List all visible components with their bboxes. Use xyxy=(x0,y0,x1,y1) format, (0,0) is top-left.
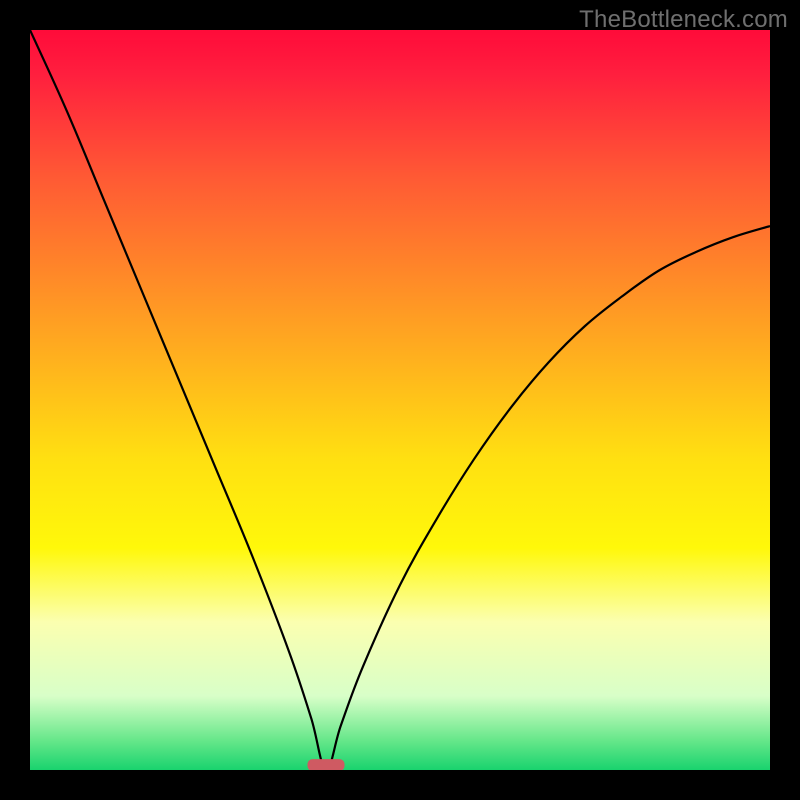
gradient-background xyxy=(30,30,770,770)
min-marker xyxy=(308,759,345,770)
bottleneck-chart xyxy=(30,30,770,770)
chart-frame xyxy=(30,30,770,770)
watermark-text: TheBottleneck.com xyxy=(579,6,788,34)
